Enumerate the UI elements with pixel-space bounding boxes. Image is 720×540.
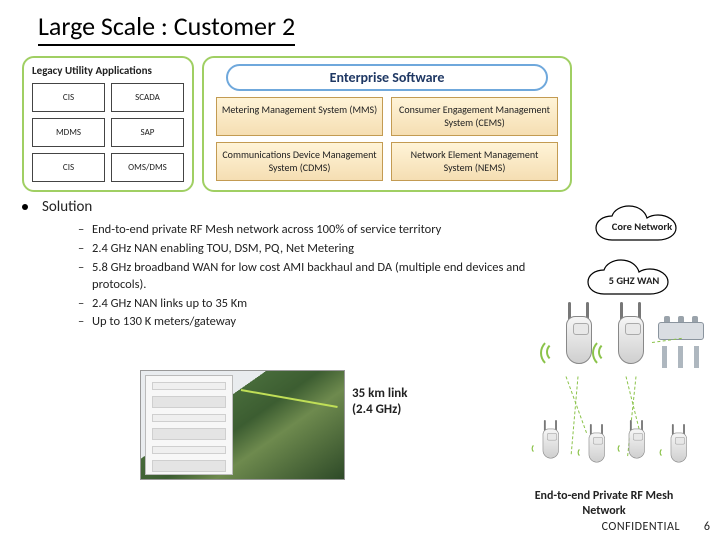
core-network-label: Core Network: [612, 221, 672, 233]
bullet-icon: [22, 204, 28, 210]
legacy-cell-mdms: MDMS: [32, 118, 105, 147]
switchgear-icon: [656, 316, 708, 368]
wan-label: 5 GHZ WAN: [609, 275, 660, 287]
solution-item: Up to 130 K meters/gateway: [78, 314, 562, 331]
solution-item: 2.4 GHz NAN enabling TOU, DSM, PQ, Net M…: [78, 241, 562, 258]
solution-header-text: Solution: [42, 198, 92, 216]
enterprise-cell-cems: Consumer Engagement Management System (C…: [391, 97, 558, 136]
slide-title: Large Scale : Customer 2: [38, 10, 295, 46]
core-network-cloud: Core Network: [592, 204, 692, 250]
enterprise-header: Enterprise Software: [226, 64, 548, 91]
enterprise-row-2: Communications Device Management System …: [208, 142, 566, 181]
map-callout: 35 km link (2.4 GHz): [352, 386, 407, 417]
solution-item: End-to-end private RF Mesh network acros…: [78, 222, 562, 239]
map-link-line: [241, 389, 338, 408]
solution-header: Solution: [22, 198, 562, 216]
enterprise-row-1: Metering Management System (MMS) Consume…: [208, 97, 566, 136]
legacy-cell-sap: SAP: [111, 118, 184, 147]
map-callout-line1: 35 km link: [352, 386, 407, 402]
legacy-applications-group: Legacy Utility Applications CIS SCADA MD…: [22, 56, 194, 192]
legacy-cell-cis: CIS: [32, 83, 105, 112]
access-point-small-icon: [662, 424, 695, 472]
enterprise-cell-mms: Metering Management System (MMS): [216, 97, 383, 136]
solution-section: Solution End-to-end private RF Mesh netw…: [22, 198, 562, 333]
enterprise-cell-nems: Network Element Management System (NEMS): [391, 142, 558, 181]
confidential-label: CONFIDENTIAL: [602, 520, 680, 534]
map-callout-line2: (2.4 GHz): [352, 402, 407, 418]
page-number: 6: [704, 520, 710, 534]
rf-link-line: [571, 376, 579, 454]
legacy-row-3: CIS OMS/DMS: [28, 153, 188, 182]
legacy-header: Legacy Utility Applications: [28, 62, 188, 83]
legacy-cell-cis2: CIS: [32, 153, 105, 182]
map-screenshot: [140, 370, 345, 480]
enterprise-cell-cdms: Communications Device Management System …: [216, 142, 383, 181]
access-point-small-icon: [580, 424, 613, 472]
solution-item: 5.8 GHz broadband WAN for low cost AMI b…: [78, 260, 562, 294]
legacy-row-2: MDMS SAP: [28, 118, 188, 147]
map-tool-panel: [145, 375, 233, 475]
access-point-icon: [604, 302, 658, 380]
enterprise-software-group: Enterprise Software Metering Management …: [202, 56, 572, 192]
mesh-network-label: End-to-end Private RF Mesh Network: [534, 489, 674, 518]
wan-cloud: 5 GHZ WAN: [584, 258, 684, 304]
access-point-small-icon: [620, 420, 653, 468]
access-point-small-icon: [534, 420, 567, 468]
solution-list: End-to-end private RF Mesh network acros…: [78, 222, 562, 331]
legacy-cell-scada: SCADA: [111, 83, 184, 112]
legacy-row-1: CIS SCADA: [28, 83, 188, 112]
legacy-cell-omsdms: OMS/DMS: [111, 153, 184, 182]
solution-item: 2.4 GHz NAN links up to 35 Km: [78, 296, 562, 313]
